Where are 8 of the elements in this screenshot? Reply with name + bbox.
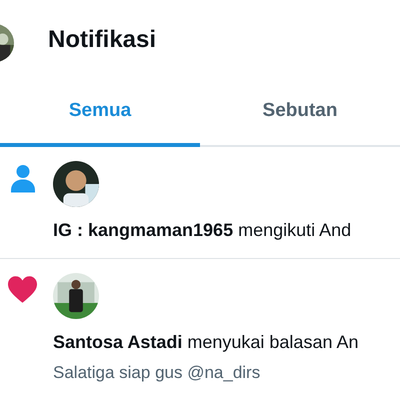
notification-text: Santosa Astadi menyukai balasan An: [53, 331, 358, 354]
tab[interactable]: Semua: [0, 80, 200, 147]
heart-icon: [8, 276, 37, 303]
tab[interactable]: Sebutan: [200, 80, 400, 147]
person-icon: [10, 164, 34, 193]
tweet-snippet: Salatiga siap gus @na_dirs: [53, 362, 262, 384]
notification-text: IG : kangmaman1965 mengikuti And: [53, 219, 352, 242]
page-title: Notifikasi: [48, 25, 156, 55]
